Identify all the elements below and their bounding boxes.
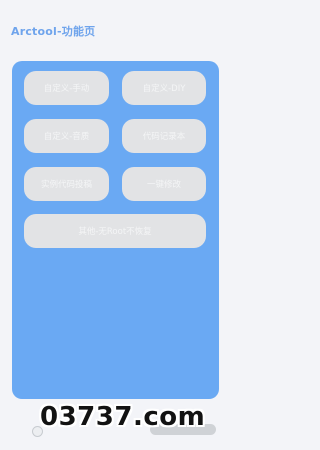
custom-diy-button[interactable]: 自定义-DIY: [122, 71, 206, 105]
function-panel: 自定义-手动 自定义-DIY 自定义-音质 代码记录本 实例代码投稿 一键修改 …: [12, 61, 219, 399]
submit-example-code-button[interactable]: 实例代码投稿: [24, 167, 109, 201]
site-watermark: 03737.com: [40, 402, 206, 432]
other-no-root-restore-button[interactable]: 其他-无Root不恢复: [24, 214, 206, 248]
page-title: Arctool-功能页: [11, 25, 96, 38]
one-click-modify-button[interactable]: 一键修改: [122, 167, 206, 201]
custom-sound-quality-button[interactable]: 自定义-音质: [24, 119, 109, 153]
code-notebook-button[interactable]: 代码记录本: [122, 119, 206, 153]
custom-manual-button[interactable]: 自定义-手动: [24, 71, 109, 105]
